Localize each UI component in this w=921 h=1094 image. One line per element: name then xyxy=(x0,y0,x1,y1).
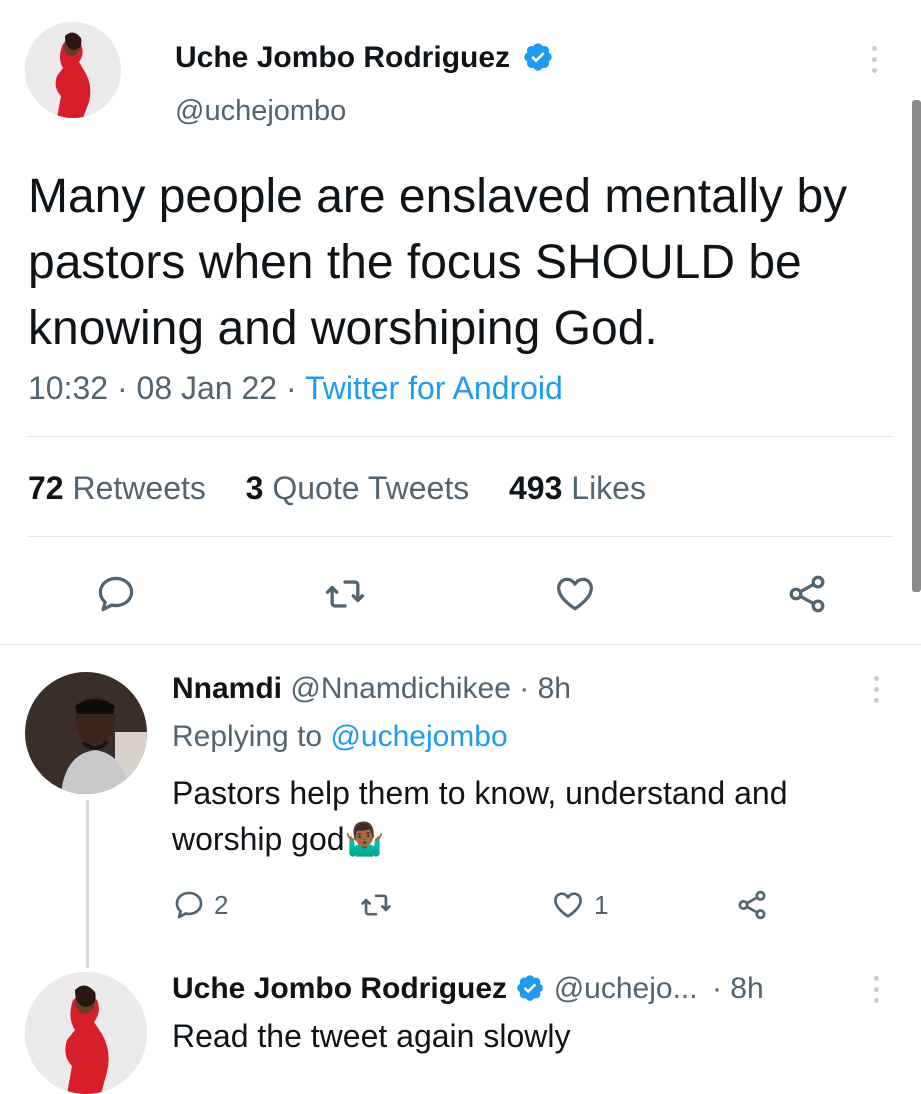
share-button[interactable] xyxy=(784,572,830,616)
retweets-stat[interactable]: 72 Retweets xyxy=(28,470,206,506)
replying-to: Replying to @uchejombo xyxy=(172,718,508,756)
retweet-button[interactable] xyxy=(358,888,394,922)
reply-author-name[interactable]: Nnamdi xyxy=(172,672,282,705)
thread-line xyxy=(86,800,89,968)
tweet-text: Many people are enslaved mentally by pas… xyxy=(28,170,848,355)
quotes-stat[interactable]: 3 Quote Tweets xyxy=(246,470,470,506)
reply-text-body: Pastors help them to know, understand an… xyxy=(172,775,788,857)
author-avatar[interactable] xyxy=(25,22,121,118)
more-options-icon[interactable] xyxy=(874,976,880,1009)
reply-text: Pastors help them to know, understand an… xyxy=(172,770,892,862)
tweet-time: 10:32 xyxy=(28,370,109,406)
reply-avatar[interactable] xyxy=(25,972,147,1094)
retweets-count: 72 xyxy=(28,470,64,506)
replying-to-prefix: Replying to xyxy=(172,720,323,753)
reply-time: · 8h xyxy=(519,672,571,705)
share-button[interactable] xyxy=(734,888,770,922)
quotes-label: Quote Tweets xyxy=(272,470,470,506)
reply-icon xyxy=(175,891,203,919)
author-name-text: Uche Jombo Rodriguez xyxy=(175,41,511,74)
heart-icon xyxy=(554,892,582,918)
retweet-icon xyxy=(325,580,365,608)
reply-icon xyxy=(98,576,134,612)
tweet-stats: 72 Retweets 3 Quote Tweets 493 Likes xyxy=(28,468,646,508)
separator-dot: · xyxy=(116,370,128,406)
divider xyxy=(28,436,893,437)
reply-avatar[interactable] xyxy=(25,672,147,794)
tweet-date: 08 Jan 22 xyxy=(136,370,278,406)
heart-icon xyxy=(557,577,593,611)
likes-stat[interactable]: 493 Likes xyxy=(509,470,646,506)
reply-button[interactable] xyxy=(94,572,138,616)
more-options-icon[interactable] xyxy=(874,676,880,709)
reply-header: Uche Jombo Rodriguez @uchejo... · 8h xyxy=(172,970,764,1008)
likes-label: Likes xyxy=(571,470,646,506)
reply-time: · 8h xyxy=(711,972,764,1005)
reply-button[interactable]: 2 xyxy=(172,888,228,922)
like-button[interactable]: 1 xyxy=(550,888,608,922)
reply-count: 2 xyxy=(214,889,229,920)
like-count: 1 xyxy=(594,889,609,920)
share-icon xyxy=(738,890,766,920)
retweet-button[interactable] xyxy=(322,572,368,616)
divider xyxy=(28,536,893,537)
author-handle[interactable]: @uchejombo xyxy=(175,94,346,128)
retweets-label: Retweets xyxy=(72,470,206,506)
reply-header: Nnamdi @Nnamdichikee · 8h xyxy=(172,670,571,708)
reply-author-handle[interactable]: @uchejo... xyxy=(554,972,698,1005)
verified-badge-icon xyxy=(524,43,553,71)
tweet-source-link[interactable]: Twitter for Android xyxy=(305,370,563,406)
separator-dot: · xyxy=(285,370,297,406)
author-name[interactable]: Uche Jombo Rodriguez xyxy=(175,40,554,76)
reply-text: Read the tweet again slowly xyxy=(172,1018,571,1054)
reply-author-name[interactable]: Uche Jombo Rodriguez xyxy=(172,972,507,1005)
likes-count: 493 xyxy=(508,470,563,506)
replying-to-handle[interactable]: @uchejombo xyxy=(330,720,507,753)
quotes-count: 3 xyxy=(245,470,264,506)
share-icon xyxy=(789,575,825,613)
tweet-meta: 10:32 · 08 Jan 22 · Twitter for Android xyxy=(28,368,563,408)
more-options-icon[interactable] xyxy=(872,46,878,79)
retweet-icon xyxy=(361,894,391,916)
scrollbar[interactable] xyxy=(912,100,921,592)
reply-author-handle[interactable]: @Nnamdichikee xyxy=(290,672,511,705)
divider xyxy=(0,644,921,645)
shrug-emoji: 🤷🏾‍♂️ xyxy=(344,821,385,857)
like-button[interactable] xyxy=(552,572,598,616)
verified-badge-icon xyxy=(517,975,544,1001)
